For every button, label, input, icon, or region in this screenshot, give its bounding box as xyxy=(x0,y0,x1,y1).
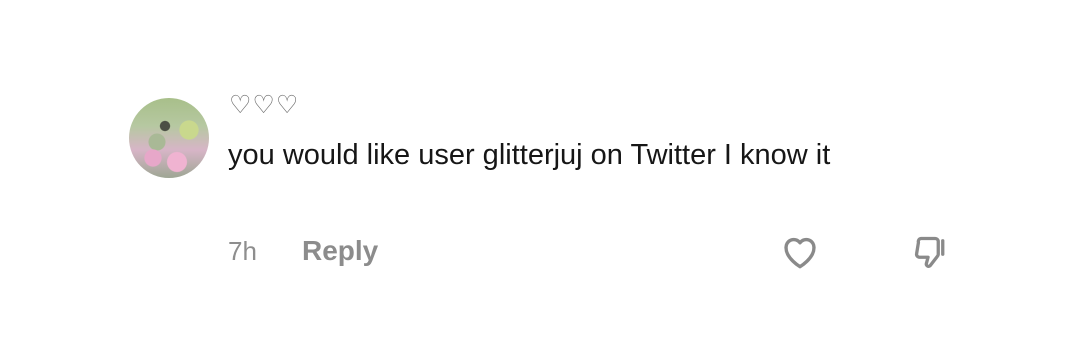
like-button[interactable] xyxy=(780,232,820,272)
reply-button[interactable]: Reply xyxy=(302,235,378,267)
heart-icon xyxy=(781,235,819,269)
avatar[interactable] xyxy=(129,98,209,178)
dislike-button[interactable] xyxy=(910,232,950,272)
comment-text: you would like user glitterjuj on Twitte… xyxy=(228,139,831,171)
comment: ♡♡♡ you would like user glitterjuj on Tw… xyxy=(0,0,1080,360)
timestamp: 7h xyxy=(228,236,257,266)
username[interactable]: ♡♡♡ xyxy=(229,92,299,118)
thumbs-down-icon xyxy=(912,234,948,270)
